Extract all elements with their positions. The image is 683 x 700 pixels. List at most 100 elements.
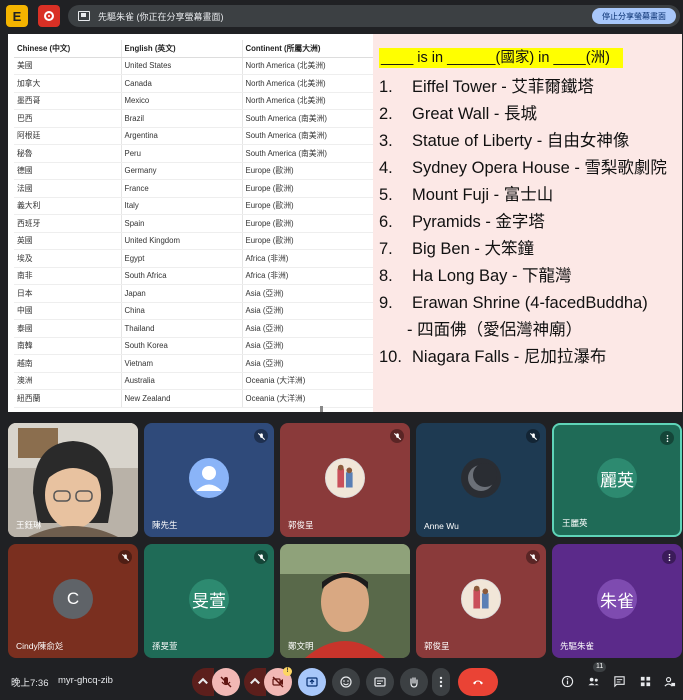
raise-hand-button[interactable] [400,668,428,696]
cell-continent: Europe (歐洲) [241,232,374,250]
cell-english: Japan [120,284,242,303]
participant-tile[interactable]: 旻萱 孫旻萱 [144,544,274,658]
app-badge-icon[interactable]: E [6,5,28,27]
table-row: 埃及 Egypt Africa (非洲) [14,249,374,268]
participant-tile[interactable]: 朱雀 先驅朱雀 [552,544,682,658]
microphone-toggle-button[interactable] [212,668,240,696]
quiz-item-number: 6. [379,213,393,231]
more-options-icon[interactable] [660,431,674,445]
quiz-item: 6. Pyramids - 金字塔 [379,209,682,236]
cell-english: Australia [120,372,242,390]
table-row: 越南 Vietnam Asia (亞洲) [14,354,374,373]
avatar-initials: C [53,579,93,619]
table-row: 阿根廷 Argentina South America (南美洲) [14,127,374,145]
participant-tile[interactable]: Anne Wu [416,423,546,537]
quiz-item: - 四面佛（愛侶灣神廟） [379,317,682,344]
table-row: 泰國 Thailand Asia (亞洲) [14,319,374,338]
cell-english: United States [120,57,242,75]
column-header-continent: Continent (所屬大洲) [241,40,374,58]
more-options-button[interactable] [432,668,450,696]
quiz-item-text: Statue of Liberty - 自由女神像 [412,132,630,150]
table-row: 巴西 Brazil South America (南美洲) [14,109,374,128]
participant-tile[interactable]: 郭俊呈 [280,423,410,537]
quiz-item: 8. Ha Long Bay - 下龍灣 [379,263,682,290]
host-controls-button[interactable] [660,672,678,690]
cell-english: Spain [120,214,242,233]
lock-person-icon [663,676,675,687]
chevron-up-icon [198,677,208,685]
participant-tile[interactable]: C Cindy陳俞彣 [8,544,138,658]
video-options-chevron[interactable] [244,668,266,696]
audio-options-chevron[interactable] [192,668,214,696]
participant-tile[interactable]: 麗英 王麗英 [552,423,682,537]
participant-name: 郭俊呈 [424,641,450,651]
stop-sharing-button[interactable]: 停止分享螢幕畫面 [592,8,676,24]
screen-share-banner: 先驅朱雀 (你正在分享螢幕畫面) 停止分享螢幕畫面 [68,5,680,27]
cell-continent: Europe (歐洲) [241,197,374,215]
quiz-item: 5. Mount Fuji - 富士山 [379,182,682,209]
participant-name: 孫旻萱 [152,641,178,651]
table-row: 南韓 South Korea Asia (亞洲) [14,337,374,355]
emoji-icon [340,676,352,688]
table-row: 中國 China Asia (亞洲) [14,302,374,320]
quiz-item-text: Eiffel Tower - 艾菲爾鐵塔 [412,78,594,96]
cell-english: France [120,179,242,198]
cell-continent: Oceania (大洋洲) [241,372,374,390]
participant-tile[interactable]: 郭俊呈 [416,544,546,658]
participant-tile[interactable]: 陳先生 [144,423,274,537]
cell-continent: South America (南美洲) [241,127,374,145]
mic-off-icon [529,432,537,440]
more-options-icon[interactable] [662,550,676,564]
table-row: 美國 United States North America (北美洲) [14,57,374,75]
hand-icon [410,677,418,688]
cell-english: Germany [120,162,242,180]
cell-english: Vietnam [120,354,242,373]
cell-chinese: 法國 [14,179,121,198]
activities-button[interactable] [636,672,654,690]
people-button[interactable] [584,672,602,690]
leave-call-button[interactable] [458,668,498,696]
quiz-item: 3. Statue of Liberty - 自由女神像 [379,128,682,155]
avatar-initials: 麗英 [597,458,637,498]
participant-name: 先驅朱雀 [560,641,595,651]
meeting-details-button[interactable] [558,672,576,690]
chat-button[interactable] [610,672,628,690]
cell-continent: Oceania (大洋洲) [241,389,374,408]
participant-tile[interactable]: 鄭文明 [280,544,410,658]
muted-indicator [526,550,540,564]
cell-continent: Asia (亞洲) [241,302,374,320]
quiz-item-number: 3. [379,132,393,150]
participant-tile[interactable]: 王鈺琳 [8,423,138,537]
clock: 晚上7:36 [11,678,49,689]
cell-english: Egypt [120,249,242,268]
present-now-button[interactable] [298,668,326,696]
mouse-cursor [320,406,323,412]
cell-continent: Asia (亞洲) [241,284,374,303]
present-screen-icon [306,677,318,687]
cell-english: United Kingdom [120,232,242,250]
participant-name: 王鈺琳 [16,520,42,530]
quiz-item-number: 8. [379,267,393,285]
chevron-up-icon [250,677,260,685]
quiz-item-number: 10. [379,348,402,366]
participant-name: Cindy陳俞彣 [16,641,64,651]
cell-continent: Asia (亞洲) [241,319,374,338]
mic-off-icon [257,553,265,561]
country-table: Chinese (中文) English (英文) Continent (所屬大… [14,40,374,408]
cell-continent: Africa (非洲) [241,249,374,268]
camera-off-icon [272,676,284,688]
record-icon[interactable] [38,5,60,27]
quiz-item-text: Mount Fuji - 富士山 [412,186,554,204]
cell-continent: South America (南美洲) [241,109,374,128]
cell-english: Canada [120,74,242,93]
cell-english: South Africa [120,267,242,285]
present-screen-icon [78,11,90,21]
captions-button[interactable] [366,668,394,696]
avatar [461,579,501,619]
country-table-pane: Chinese (中文) English (英文) Continent (所屬大… [8,34,374,412]
quiz-item-number: 9. [379,294,393,312]
cell-chinese: 巴西 [14,109,121,128]
mic-off-icon [529,553,537,561]
reactions-button[interactable] [332,668,360,696]
quiz-item: 1. Eiffel Tower - 艾菲爾鐵塔 [379,74,682,101]
